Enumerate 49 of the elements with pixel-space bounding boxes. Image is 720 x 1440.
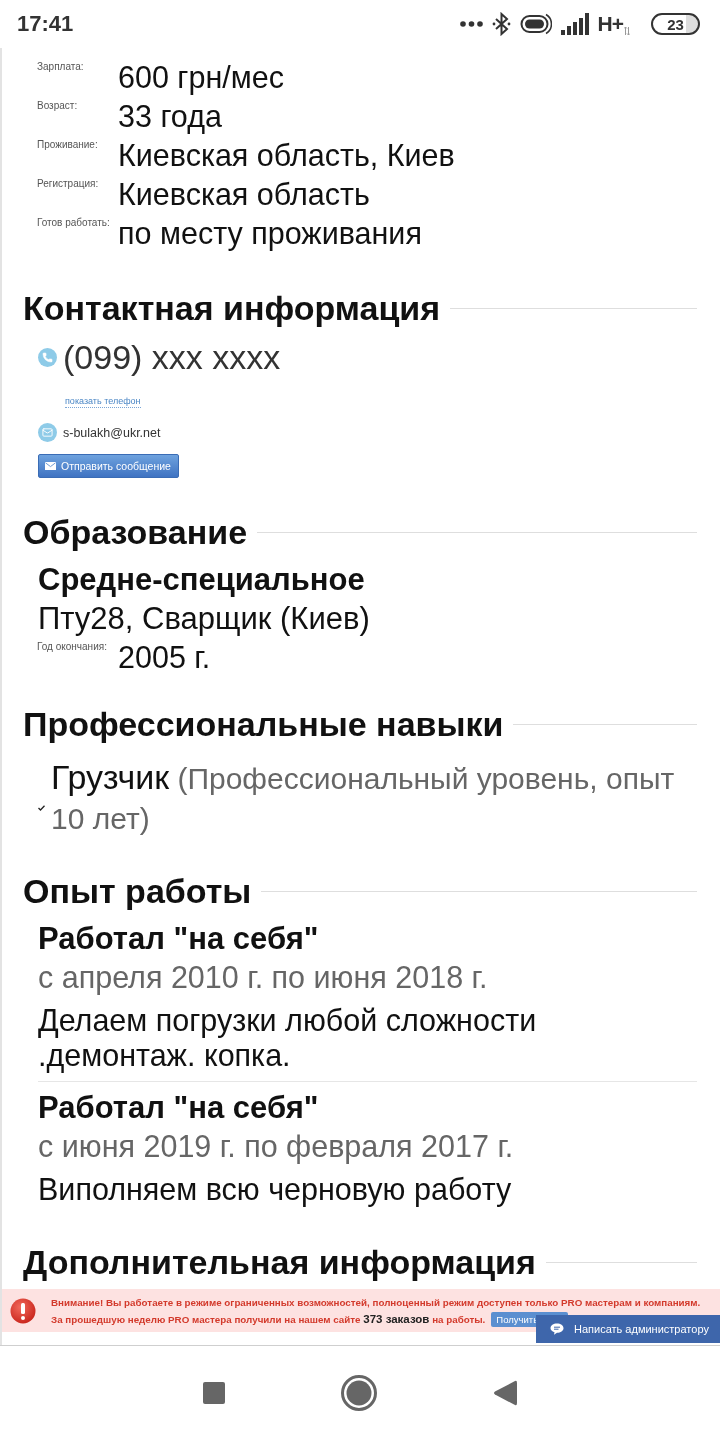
show-phone-link[interactable]: показать телефон: [65, 396, 141, 408]
detail-value: по месту проживания: [118, 215, 422, 253]
detail-value: Киевская область, Киев: [118, 137, 455, 174]
detail-label: Год окончания:: [37, 641, 108, 653]
school-name: Пту28, Сварщик (Киев): [37, 600, 371, 638]
skill-entry: Грузчик (Профессиональный уровень, опыт 10 лет): [51, 757, 676, 837]
section-heading: Профессиональные навыки: [23, 704, 504, 744]
job-title: Работал "на себя": [38, 1089, 320, 1127]
status-time: 17:41: [17, 11, 74, 37]
exclamation-icon: [10, 1297, 36, 1324]
network-type-label: H+: [597, 13, 623, 35]
job-period: с апреля 2010 г. по июня 2018 г.: [38, 959, 489, 997]
notice-text: За прошедшую неделю PRO мастера получили на нашем сайте 373 заказов на работы.: [51, 1311, 486, 1327]
section-heading: Дополнительная информация: [23, 1242, 536, 1282]
data-arrows-icon: [624, 27, 630, 35]
job-period: с июня 2019 г. по февраля 2017 г.: [38, 1128, 515, 1166]
circle-icon[interactable]: [341, 1375, 377, 1411]
detail-value: 33 года: [118, 98, 222, 136]
email-icon: [38, 423, 57, 442]
email-address[interactable]: s-bulakh@ukr.net: [63, 425, 161, 440]
detail-value: 600 грн/мес: [118, 59, 284, 97]
job-description: Делаем погрузки любой сложности .демонтаж. копка.: [38, 1003, 538, 1073]
phone-number: (099) xxx xxxx: [63, 337, 281, 377]
detail-label: Зарплата:: [37, 61, 85, 73]
detail-label: Готов работать:: [37, 217, 111, 229]
job-title: Работал "на себя": [38, 920, 320, 958]
section-heading: Контактная информация: [23, 288, 441, 328]
more-dots-icon: [459, 21, 483, 27]
back-icon[interactable]: [493, 1380, 517, 1406]
battery-level: 23: [651, 13, 700, 35]
signal-icon: [560, 13, 589, 35]
envelope-icon: [45, 462, 56, 470]
section-heading: Опыт работы: [23, 871, 252, 911]
education-level: Средне-специальное: [37, 561, 366, 599]
detail-value: 2005 г.: [118, 639, 211, 676]
check-icon: [38, 805, 45, 811]
chat-bubble-icon: [550, 1323, 564, 1335]
bluetooth-icon: [491, 12, 511, 36]
detail-label: Проживание:: [37, 139, 99, 151]
toggle-icon: [519, 13, 552, 35]
message-admin-button[interactable]: Написать администратору: [536, 1315, 720, 1343]
detail-label: Регистрация:: [37, 178, 100, 190]
phone-icon: [38, 347, 57, 367]
detail-label: Возраст:: [37, 100, 79, 112]
job-description: Виполняем всю черновую работу: [38, 1172, 513, 1207]
notice-text: Внимание! Вы работаете в режиме ограниченных возможностей, полноценный режим доступен только PRO мастерам и компаниям.: [51, 1295, 701, 1310]
send-message-button[interactable]: Отправить сообщение: [38, 454, 179, 478]
section-heading: Образование: [23, 512, 248, 552]
detail-value: Киевская область: [118, 176, 370, 213]
